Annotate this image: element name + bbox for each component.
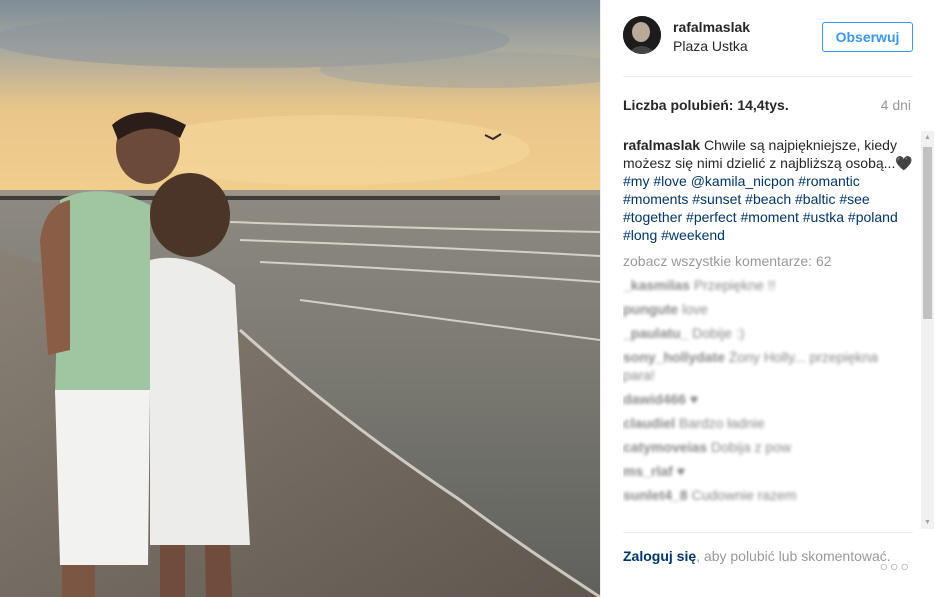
login-link[interactable]: Zaloguj się [623, 548, 696, 564]
comment-text: ♥ [676, 463, 686, 479]
view-all-comments-link[interactable]: zobacz wszystkie komentarze: 62 [623, 252, 913, 270]
comment-item: ms_rlaf ♥ [623, 462, 913, 480]
post-caption: rafalmaslak Chwile są najpiękniejsze, ki… [623, 136, 913, 244]
comment-text: love [682, 301, 708, 317]
avatar[interactable] [623, 16, 661, 54]
caption-username[interactable]: rafalmaslak [623, 137, 700, 153]
comment-username[interactable]: _paulatu_ [623, 325, 688, 341]
comment-text: Dobija z pow [710, 439, 792, 455]
location-link[interactable]: Plaza Ustka [673, 38, 748, 54]
user-avatar-image [623, 16, 661, 54]
scroll-down-arrow-icon[interactable]: ▼ [921, 516, 934, 529]
comment-text: Przepiękne !! [693, 277, 776, 293]
comment-item: _paulatu_ Dobije :) [623, 324, 913, 342]
scroll-up-arrow-icon[interactable]: ▲ [921, 131, 934, 144]
username-link[interactable]: rafalmaslak [673, 19, 750, 35]
post-details-panel: rafalmaslak Plaza Ustka Obserwuj Liczba … [600, 0, 935, 597]
comment-text: Dobije :) [692, 325, 745, 341]
comment-username[interactable]: claudiel [623, 415, 675, 431]
more-options-icon[interactable]: ○○○ [880, 558, 911, 574]
comment-username[interactable]: sony_hollydate [623, 349, 725, 365]
comment-username[interactable]: ms_rlaf [623, 463, 673, 479]
scrollbar-thumb[interactable] [923, 147, 932, 319]
caption-hashtags[interactable]: #my #love @kamila_nicpon #romantic #mome… [623, 173, 898, 243]
comment-item: claudiel Bardzo ładnie [623, 414, 913, 432]
post-header: rafalmaslak Plaza Ustka Obserwuj [623, 16, 913, 77]
post-photo[interactable] [0, 0, 600, 597]
comment-item: pungute love [623, 300, 913, 318]
follow-button[interactable]: Obserwuj [822, 22, 913, 52]
login-prompt: Zaloguj się, aby polubić lub skomentować… [623, 532, 913, 566]
comment-item: _kasmilas Przepiękne !! [623, 276, 913, 294]
post-age[interactable]: 4 dni [881, 97, 911, 113]
comment-username[interactable]: pungute [623, 301, 678, 317]
comment-text: Cudownie razem [691, 487, 797, 503]
comments-list: rafalmaslak Chwile są najpiękniejsze, ki… [623, 136, 913, 528]
comment-item: sunlet4_8 Cudownie razem [623, 486, 913, 504]
comment-item: catymoveias Dobija z pow [623, 438, 913, 456]
comment-item: dawid466 ♥ [623, 390, 913, 408]
beach-sunset-image [0, 0, 600, 597]
likes-count[interactable]: Liczba polubień: 14,4tys. [623, 97, 789, 113]
post-view: rafalmaslak Plaza Ustka Obserwuj Liczba … [0, 0, 935, 597]
comment-text: ♥ [689, 391, 699, 407]
login-prompt-text: , aby polubić lub skomentować. [696, 548, 891, 564]
comment-username[interactable]: dawid466 [623, 391, 686, 407]
comments-scrollbar[interactable]: ▲ ▼ [921, 131, 934, 529]
comment-username[interactable]: catymoveias [623, 439, 707, 455]
comment-username[interactable]: sunlet4_8 [623, 487, 688, 503]
comment-items: _kasmilas Przepiękne !! pungute love _paul… [623, 276, 913, 504]
comment-username[interactable]: _kasmilas [623, 277, 690, 293]
comment-text: Bardzo ładnie [679, 415, 765, 431]
comment-item: sony_hollydate Żony Holly... przepiękna … [623, 348, 913, 384]
